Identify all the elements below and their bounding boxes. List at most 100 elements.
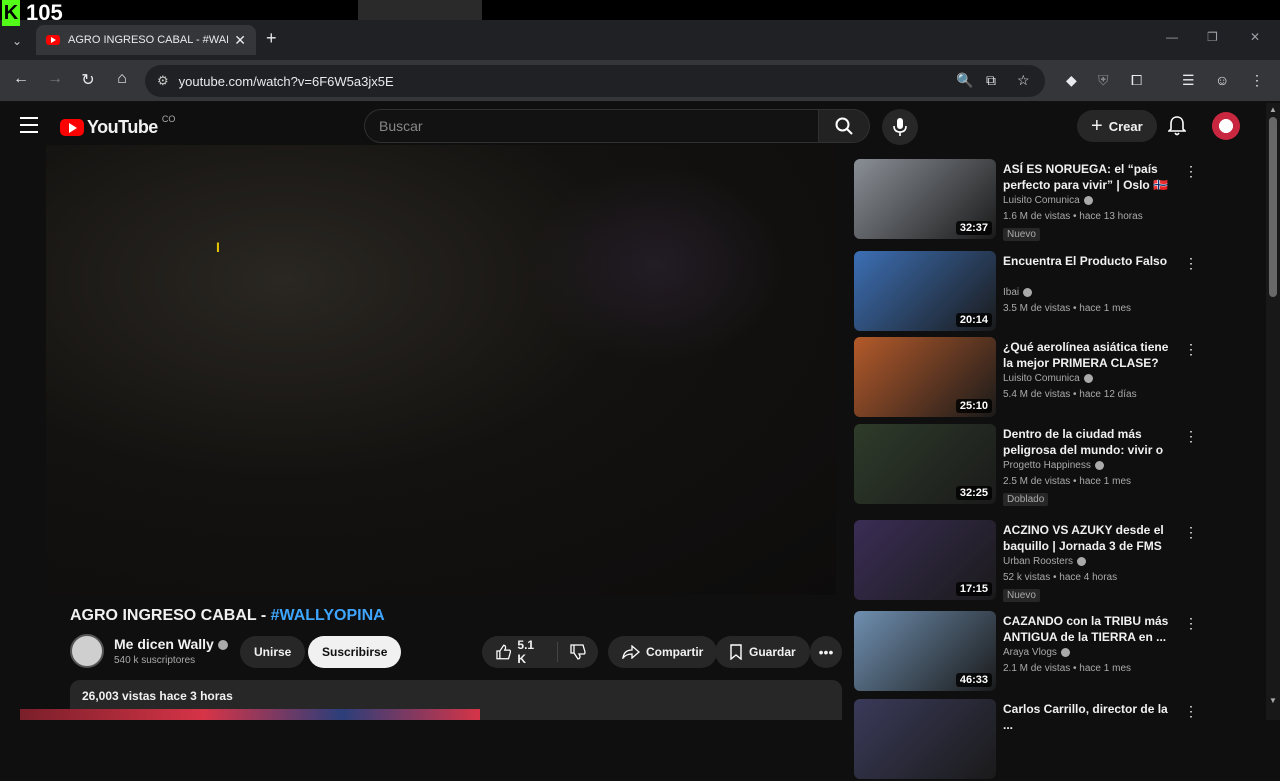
recommendation-meta: 52 k vistas • hace 4 horas: [1003, 572, 1118, 583]
tab-close-icon[interactable]: ✕: [234, 32, 246, 49]
video-thumbnail[interactable]: [854, 699, 996, 779]
subscribe-button[interactable]: Suscribirse: [308, 636, 402, 668]
extension-shield-icon[interactable]: ⛨: [1098, 72, 1109, 89]
install-app-icon[interactable]: ⧉: [986, 72, 996, 89]
join-button[interactable]: Unirse: [240, 636, 306, 668]
extensions-puzzle-icon[interactable]: ⧠: [1131, 72, 1142, 89]
recommendation-item[interactable]: 32:37 ASÍ ES NORUEGA: el “país perfecto p…: [854, 159, 1198, 241]
video-hashtag-link[interactable]: #WALLYOPINA: [271, 607, 385, 624]
restore-icon[interactable]: ❐: [1207, 30, 1218, 44]
youtube-play-logo-icon: [60, 119, 84, 136]
recommendation-meta: 1.6 M de vistas • hace 13 horas: [1003, 211, 1143, 222]
window-close-icon[interactable]: ✕: [1250, 30, 1260, 44]
browser-menu-icon[interactable]: ⋮: [1250, 72, 1264, 89]
dislike-button[interactable]: [558, 644, 598, 660]
extension-diamond-icon[interactable]: ◆: [1066, 72, 1077, 89]
video-thumbnail[interactable]: 17:15: [854, 520, 996, 600]
zoom-icon[interactable]: 🔍: [956, 72, 973, 89]
page-scrollbar[interactable]: ▲ ▼: [1266, 103, 1280, 720]
back-icon[interactable]: ←: [10, 70, 32, 88]
save-button[interactable]: Guardar: [715, 636, 810, 668]
more-options-icon[interactable]: ⋮: [1184, 163, 1198, 180]
more-options-icon[interactable]: ⋮: [1184, 524, 1198, 541]
more-options-icon[interactable]: ⋮: [1184, 428, 1198, 445]
recommendation-item[interactable]: 25:10 ¿Qué aerolínea asiática tiene la me…: [854, 337, 1198, 419]
video-duration: 20:14: [955, 313, 992, 327]
recommendation-meta: 2.1 M de vistas • hace 1 mes: [1003, 663, 1132, 674]
account-avatar[interactable]: [1212, 112, 1240, 140]
text-cursor-icon: I: [216, 239, 220, 255]
video-thumbnail[interactable]: 32:25: [854, 424, 996, 504]
tab-search-chevron-icon[interactable]: ⌄: [6, 30, 28, 52]
home-icon[interactable]: ⌂: [111, 70, 133, 88]
recommendation-meta: 3.5 M de vistas • hace 1 mes: [1003, 303, 1132, 314]
search-input[interactable]: Buscar: [364, 109, 818, 143]
channel-name[interactable]: Me dicen Wally: [114, 636, 214, 652]
recommendation-channel[interactable]: Progetto Happiness: [1003, 460, 1104, 471]
more-options-icon[interactable]: ⋮: [1184, 615, 1198, 632]
recommendation-channel[interactable]: Luisito Comunica: [1003, 373, 1093, 384]
guide-menu-icon[interactable]: [20, 117, 38, 133]
video-thumbnail[interactable]: 32:37: [854, 159, 996, 239]
recommendation-item[interactable]: 32:25 Dentro de la ciudad más peligrosa d…: [854, 424, 1198, 506]
recommendation-title[interactable]: ASÍ ES NORUEGA: el “país perfecto para v…: [1003, 161, 1173, 193]
bookmark-star-icon[interactable]: ☆: [1017, 72, 1030, 89]
thumbs-up-icon: [496, 644, 512, 660]
video-player[interactable]: [46, 145, 836, 595]
voice-search-button[interactable]: [882, 109, 918, 145]
like-button[interactable]: 5.1 K: [482, 638, 558, 666]
youtube-favicon-icon: [46, 35, 60, 45]
minimize-icon[interactable]: —: [1166, 30, 1178, 44]
recommendation-item[interactable]: 20:14 Encuentra El Producto Falso Ibai 3.5 …: [854, 251, 1198, 333]
channel-avatar[interactable]: [70, 634, 104, 668]
video-duration: 46:33: [955, 673, 992, 687]
recommendation-item[interactable]: 17:15 ACZINO VS AZUKY desde el baquillo |…: [854, 520, 1198, 602]
create-button[interactable]: + Crear: [1077, 110, 1157, 142]
scroll-up-icon[interactable]: ▲: [1269, 105, 1277, 114]
save-label: Guardar: [749, 645, 796, 659]
search-icon: [835, 117, 853, 135]
more-actions-icon[interactable]: •••: [810, 636, 842, 668]
new-tab-icon[interactable]: +: [266, 28, 277, 49]
profile-icon[interactable]: ☺: [1215, 72, 1229, 88]
recommendation-badge: Doblado: [1003, 493, 1049, 506]
video-thumbnail[interactable]: 20:14: [854, 251, 996, 331]
recommendation-channel[interactable]: Ibai: [1003, 287, 1033, 298]
address-bar[interactable]: ⚙ youtube.com/watch?v=6F6W5a3jx5E: [145, 65, 1045, 97]
recommendation-item[interactable]: Carlos Carrillo, director de la ... ⋮: [854, 699, 1198, 781]
recommendation-item[interactable]: 46:33 CAZANDO con la TRIBU más ANTIGUA de…: [854, 611, 1198, 693]
more-options-icon[interactable]: ⋮: [1184, 255, 1198, 272]
recommendation-title[interactable]: CAZANDO con la TRIBU más ANTIGUA de la T…: [1003, 613, 1173, 645]
recommendation-title[interactable]: Encuentra El Producto Falso: [1003, 253, 1173, 269]
recommendation-title[interactable]: ACZINO VS AZUKY desde el baquillo | Jorn…: [1003, 522, 1173, 554]
reload-icon[interactable]: ↻: [77, 70, 99, 90]
scrollbar-thumb[interactable]: [1269, 117, 1277, 297]
recommendation-title[interactable]: Carlos Carrillo, director de la ...: [1003, 701, 1173, 733]
media-control-icon[interactable]: ☰: [1182, 72, 1195, 89]
browser-tab-active[interactable]: AGRO INGRESO CABAL - #WALLYO ✕: [36, 25, 256, 55]
verified-icon: [1023, 287, 1033, 297]
share-icon: [622, 645, 640, 659]
verified-icon: [1077, 556, 1087, 566]
site-info-icon[interactable]: ⚙: [157, 73, 169, 89]
share-button[interactable]: Compartir: [608, 636, 718, 668]
video-thumbnail[interactable]: 25:10: [854, 337, 996, 417]
recommendation-channel[interactable]: Luisito Comunica: [1003, 195, 1093, 206]
more-options-icon[interactable]: ⋮: [1184, 341, 1198, 358]
recommendation-title[interactable]: ¿Qué aerolínea asiática tiene la mejor P…: [1003, 339, 1173, 371]
scroll-down-icon[interactable]: ▼: [1269, 696, 1277, 705]
verified-icon: [1094, 460, 1104, 470]
youtube-logo[interactable]: YouTube CO: [60, 114, 175, 138]
viewer-count: 105: [26, 0, 63, 25]
search-button[interactable]: [818, 109, 870, 143]
recommendation-title[interactable]: Dentro de la ciudad más peligrosa del mu…: [1003, 426, 1173, 458]
recommendation-channel[interactable]: Araya Vlogs: [1003, 647, 1070, 658]
video-thumbnail[interactable]: 46:33: [854, 611, 996, 691]
video-title: AGRO INGRESO CABAL - #WALLYOPINA: [70, 607, 385, 625]
notifications-bell-icon[interactable]: [1166, 115, 1188, 137]
search-placeholder: Buscar: [379, 118, 423, 134]
more-options-icon[interactable]: ⋮: [1184, 703, 1198, 720]
recommendation-channel[interactable]: Urban Roosters: [1003, 556, 1087, 567]
channel-name-row[interactable]: Me dicen Wally: [114, 636, 228, 652]
forward-icon[interactable]: →: [44, 70, 66, 88]
